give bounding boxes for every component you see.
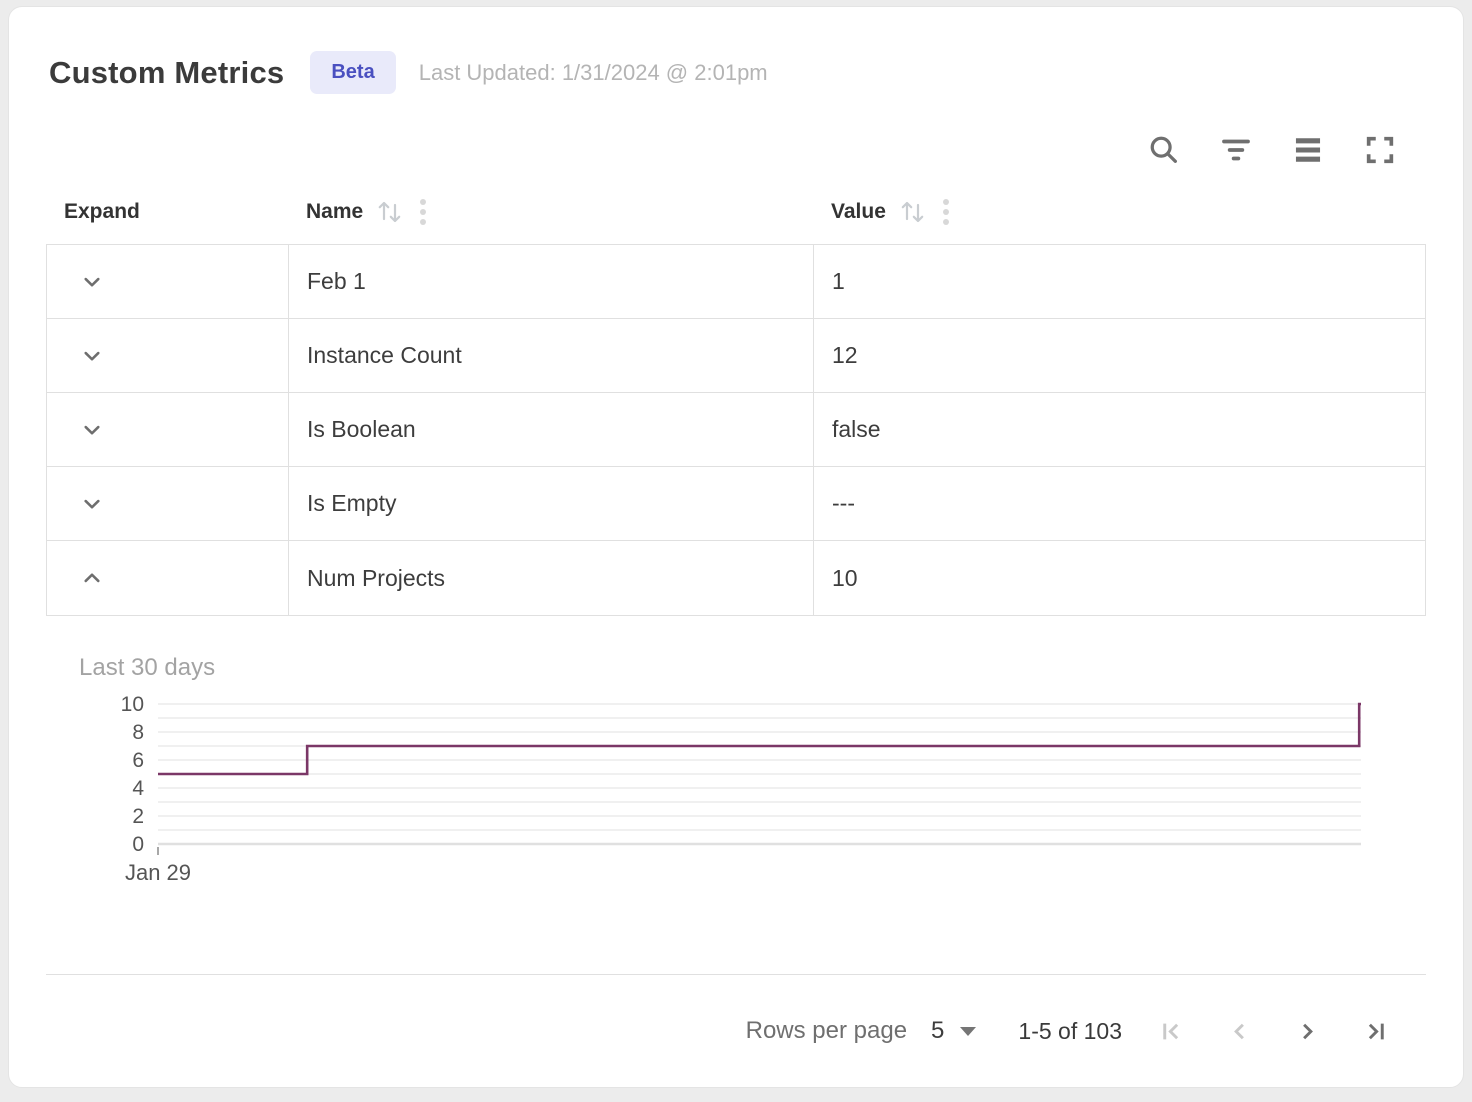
svg-text:4: 4 (132, 777, 144, 800)
value-cell: 10 (814, 541, 1425, 615)
pagination-footer: Rows per page 5 1-5 of 103 (46, 974, 1426, 1087)
custom-metrics-card: Custom Metrics Beta Last Updated: 1/31/2… (8, 6, 1464, 1088)
filter-button[interactable] (1216, 130, 1256, 170)
density-button[interactable] (1288, 130, 1328, 170)
rows-per-page-select[interactable]: 5 (931, 1017, 976, 1045)
sort-icon[interactable] (898, 198, 928, 226)
chart-title: Last 30 days (79, 654, 1426, 682)
density-icon (1291, 133, 1325, 167)
search-button[interactable] (1144, 130, 1184, 170)
rows-per-page-value: 5 (931, 1017, 944, 1045)
row-detail-panel: Last 30 days 0 2 4 6 8 10 Jan 29 (46, 616, 1426, 886)
column-header-name-label: Name (306, 200, 363, 224)
svg-text:Jan 29: Jan 29 (125, 860, 191, 885)
filter-icon (1219, 133, 1253, 167)
value-cell: 12 (814, 319, 1425, 392)
last-updated-text: Last Updated: 1/31/2024 @ 2:01pm (419, 60, 768, 86)
table-row: Is Empty --- (47, 467, 1425, 541)
svg-text:8: 8 (132, 721, 144, 744)
expand-cell (47, 541, 289, 615)
name-cell: Feb 1 (289, 245, 814, 318)
row-collapse-button[interactable] (73, 559, 111, 597)
table-row: Feb 1 1 (47, 245, 1425, 319)
column-header-value-label: Value (831, 200, 886, 224)
column-header-expand-label: Expand (64, 200, 140, 224)
svg-text:6: 6 (132, 749, 144, 772)
column-header-value[interactable]: Value (813, 198, 1426, 226)
row-expand-button[interactable] (73, 411, 111, 449)
value-cell: false (814, 393, 1425, 466)
svg-text:0: 0 (132, 833, 144, 856)
previous-page-button[interactable] (1216, 1008, 1262, 1054)
name-cell: Is Boolean (289, 393, 814, 466)
beta-badge: Beta (310, 51, 395, 94)
name-cell: Is Empty (289, 467, 814, 540)
chevron-down-icon (79, 417, 105, 443)
chevron-left-icon (1226, 1018, 1253, 1045)
column-header-expand[interactable]: Expand (46, 200, 288, 224)
pagination-range-label: 1-5 of 103 (1018, 1018, 1122, 1045)
chevron-down-icon (79, 343, 105, 369)
column-menu-icon[interactable] (943, 199, 949, 225)
row-expand-button[interactable] (73, 337, 111, 375)
name-cell: Instance Count (289, 319, 814, 392)
expand-cell (47, 319, 289, 392)
table-row: Num Projects 10 (47, 541, 1425, 615)
expand-cell (47, 467, 289, 540)
last-page-icon (1362, 1018, 1389, 1045)
expand-cell (47, 393, 289, 466)
expand-cell (47, 245, 289, 318)
table-row: Is Boolean false (47, 393, 1425, 467)
first-page-button[interactable] (1148, 1008, 1194, 1054)
chevron-up-icon (79, 565, 105, 591)
metrics-step-chart: 0 2 4 6 8 10 Jan 29 (46, 694, 1381, 886)
table-row: Instance Count 12 (47, 319, 1425, 393)
svg-text:10: 10 (121, 694, 144, 716)
rows-per-page-label: Rows per page (746, 1017, 907, 1045)
column-header-name[interactable]: Name (288, 198, 813, 226)
page-title: Custom Metrics (49, 55, 284, 91)
chevron-down-icon (79, 269, 105, 295)
value-cell: 1 (814, 245, 1425, 318)
last-page-button[interactable] (1352, 1008, 1398, 1054)
page-header: Custom Metrics Beta Last Updated: 1/31/2… (46, 51, 1426, 94)
search-icon (1147, 133, 1181, 167)
first-page-icon (1158, 1018, 1185, 1045)
value-cell: --- (814, 467, 1425, 540)
row-expand-button[interactable] (73, 263, 111, 301)
chevron-down-icon (79, 491, 105, 517)
next-page-button[interactable] (1284, 1008, 1330, 1054)
table-header-row: Expand Name Value (46, 180, 1426, 244)
grid-toolbar (46, 130, 1426, 170)
table-body: Feb 1 1 Instance Count 12 Is Boolean fal… (46, 244, 1426, 616)
svg-text:2: 2 (132, 805, 144, 828)
sort-icon[interactable] (375, 198, 405, 226)
pager-controls (1148, 1008, 1398, 1054)
chevron-right-icon (1294, 1018, 1321, 1045)
row-expand-button[interactable] (73, 485, 111, 523)
column-menu-icon[interactable] (420, 199, 426, 225)
fullscreen-button[interactable] (1360, 130, 1400, 170)
name-cell: Num Projects (289, 541, 814, 615)
fullscreen-icon (1363, 133, 1397, 167)
caret-down-icon (960, 1027, 976, 1036)
